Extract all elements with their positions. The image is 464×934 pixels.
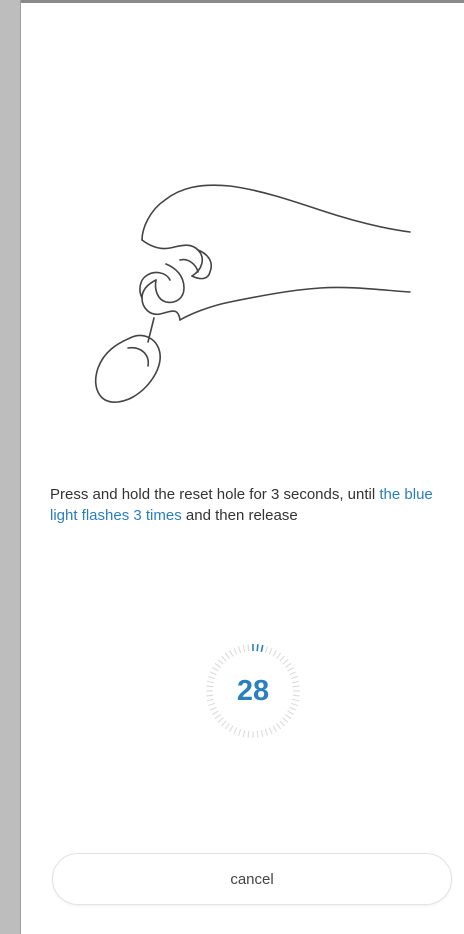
hand-pressing-reset-illustration bbox=[94, 184, 411, 403]
countdown-number: 28 bbox=[236, 674, 270, 707]
instruction-text-start: Press and hold the reset hole for 3 seco… bbox=[50, 486, 376, 503]
instruction-text-end: and then release bbox=[181, 507, 298, 524]
top-edge bbox=[0, 0, 464, 3]
left-edge-bar bbox=[0, 0, 21, 934]
cancel-button[interactable]: cancel bbox=[52, 853, 452, 905]
instruction-text: Press and hold the reset hole for 3 seco… bbox=[50, 484, 450, 526]
